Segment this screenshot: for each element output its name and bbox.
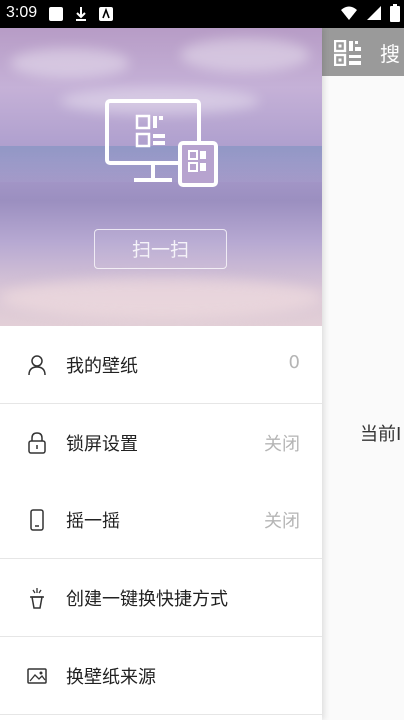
current-wallpaper-text: 当前I [360,424,402,445]
menu-item-my-wallpapers[interactable]: 我的壁纸 0 [0,326,322,403]
drawer-header: 扫一扫 [0,28,322,326]
menu-item-lockscreen-settings[interactable]: 锁屏设置 关闭 [0,404,322,481]
menu-item-wallpaper-source[interactable]: 换壁纸来源 [0,637,322,714]
menu-item-label: 摇一摇 [66,511,120,532]
battery-icon [390,4,400,27]
user-icon [26,354,48,376]
download-icon [74,6,88,27]
menu-item-value: 关闭 [264,511,300,532]
divider [0,714,322,715]
lock-icon [26,432,48,454]
background-top-bar: 搜 [322,28,404,76]
status-time: 3:09 [6,4,38,21]
phone-icon [26,509,48,531]
menu-item-value: 关闭 [264,434,300,455]
magic-hat-icon [26,587,48,609]
menu-item-label: 创建一键换快捷方式 [66,589,228,610]
wifi-icon [340,5,358,26]
devices-scan-icon [104,98,220,192]
image-icon [26,665,48,687]
background-page: 搜 当前I [322,28,404,720]
status-bar: 3:09 [0,0,404,28]
signal-icon [366,5,382,26]
menu-item-value: 0 [288,352,300,373]
menu-item-label: 换壁纸来源 [66,667,156,688]
app-notification-icon [98,6,114,27]
menu-item-label: 锁屏设置 [66,434,138,455]
menu-item-create-shortcut[interactable]: 创建一键换快捷方式 [0,559,322,636]
notification-square-icon [48,6,64,27]
search-label[interactable]: 搜 [380,38,400,67]
qr-code-icon[interactable] [333,39,362,70]
drawer-menu: 我的壁纸 0 锁屏设置 关闭 摇一摇 关闭 创建一键换快捷方式 换壁纸来源 [0,326,322,715]
menu-item-label: 我的壁纸 [66,356,138,377]
menu-item-shake[interactable]: 摇一摇 关闭 [0,481,322,558]
scan-button[interactable]: 扫一扫 [94,229,227,269]
navigation-drawer: 扫一扫 我的壁纸 0 锁屏设置 关闭 摇一摇 关闭 创建一键换快捷方式 换壁纸来… [0,28,322,720]
